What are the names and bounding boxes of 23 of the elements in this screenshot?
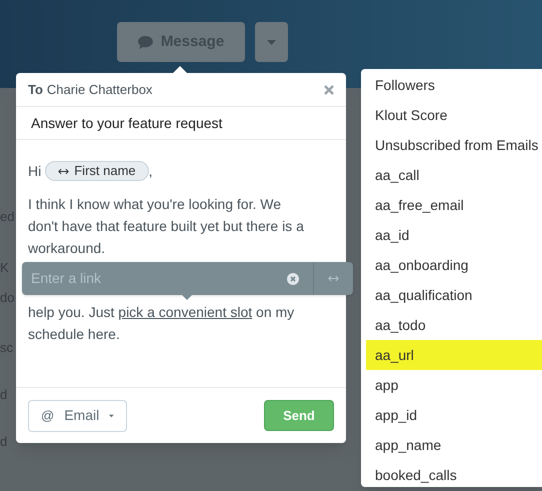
speech-bubble-icon [138,36,153,48]
body-paragraph: I think I know what you're looking for. We don't have that feature built yet but there is a workaround. [28,195,305,258]
attribute-token[interactable]: First name [45,161,149,181]
code-arrows-icon [328,275,339,282]
at-symbol: @ [41,406,54,425]
greeting-text: Hi [28,162,42,181]
pointer-notch [182,295,192,300]
code-arrows-icon [58,168,70,174]
close-icon[interactable] [324,84,334,94]
dropdown-button[interactable] [255,22,288,62]
recipient-name: Charie Chatterbox [46,80,152,99]
slot-link[interactable]: pick a convenient slot [118,304,252,320]
channel-dropdown[interactable]: @ Email [28,400,127,432]
subject-field[interactable]: Answer to your feature request [16,107,346,140]
body-paragraph: help you. Just pick a convenient slot on my schedule here. [28,303,296,344]
link-field[interactable]: Enter a link [22,262,353,295]
caret-icon [109,414,114,418]
clear-icon[interactable] [287,272,299,284]
link-input[interactable]: Enter a link [22,268,287,289]
caret-icon [267,40,276,44]
comma-text: , [148,162,153,181]
menu-item[interactable]: aa_url [366,340,542,370]
to-label: To [28,80,43,99]
